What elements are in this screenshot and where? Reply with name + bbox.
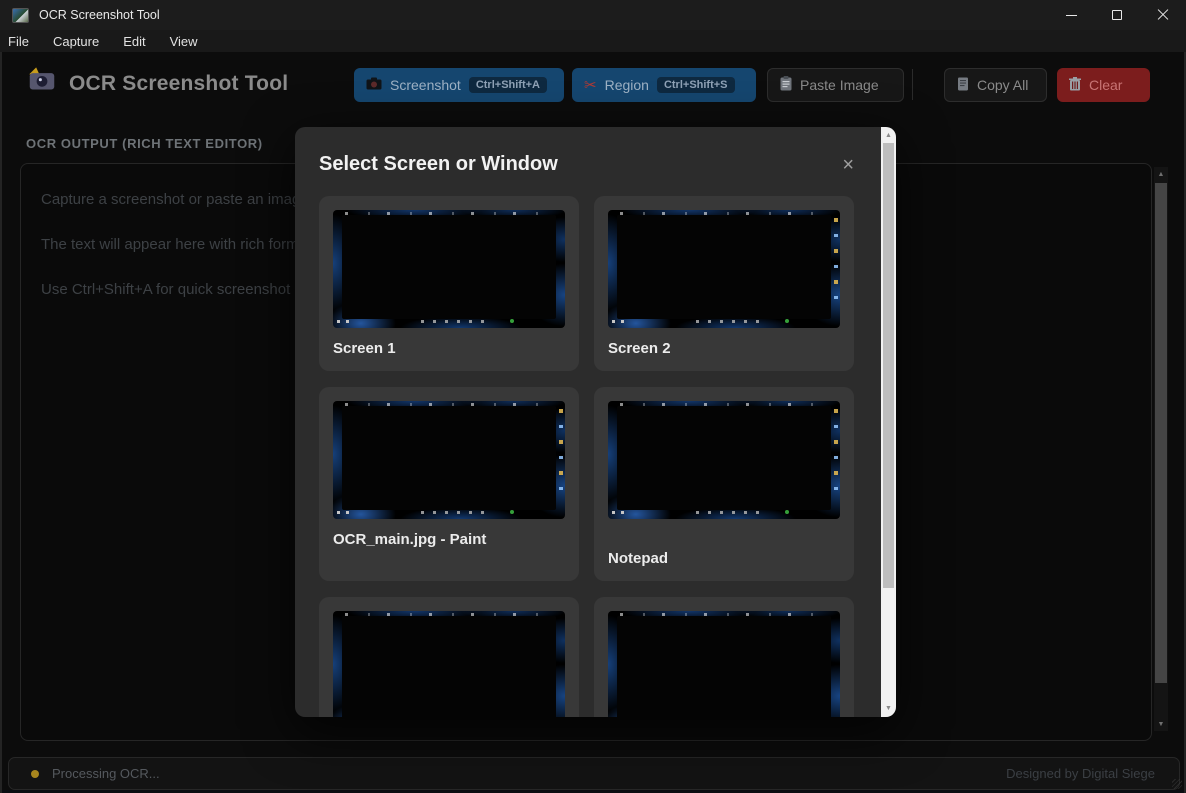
document-icon <box>957 77 969 94</box>
scissors-icon: ✂ <box>584 78 597 93</box>
copy-all-button-label: Copy All <box>977 77 1028 93</box>
scroll-up-icon[interactable]: ▲ <box>1154 167 1168 181</box>
screenshot-button-label: Screenshot <box>390 77 461 93</box>
status-text: Processing OCR... <box>52 766 160 781</box>
screen-card-notepad[interactable]: Notepad <box>594 387 854 581</box>
app-window: OCR Screenshot Tool File Capture Edit Vi… <box>0 0 1186 793</box>
window-title: OCR Screenshot Tool <box>39 8 160 22</box>
region-button-label: Region <box>605 77 649 93</box>
screen-thumbnail <box>608 401 840 519</box>
modal-header: Select Screen or Window × <box>295 127 896 176</box>
credit-text: Designed by Digital Siege <box>1006 766 1155 781</box>
menu-view[interactable]: View <box>170 34 210 49</box>
region-shortcut-badge: Ctrl+Shift+S <box>657 77 735 93</box>
editor-scrollbar[interactable]: ▲ ▼ <box>1154 167 1168 731</box>
select-screen-modal: Select Screen or Window × Screen 1 Scree… <box>295 127 896 717</box>
screen-card-label: Screen 2 <box>608 340 840 357</box>
screen-card-label: OCR_main.jpg - Paint <box>333 531 565 548</box>
title-bar: OCR Screenshot Tool <box>0 0 1186 30</box>
page-title: OCR Screenshot Tool <box>69 72 288 96</box>
trash-icon <box>1069 77 1081 94</box>
modal-scrollbar-thumb[interactable] <box>883 143 894 588</box>
paste-image-button[interactable]: Paste Image <box>767 68 904 102</box>
screen-card-label: Screen 1 <box>333 340 565 357</box>
screen-thumbnail <box>333 210 565 328</box>
editor-scrollbar-thumb[interactable] <box>1155 183 1167 683</box>
screen-card-partial[interactable] <box>319 597 579 717</box>
status-dot-icon <box>31 770 39 778</box>
editor-placeholder-line: The text will appear here with rich form… <box>41 236 335 253</box>
menu-bar: File Capture Edit View <box>0 30 1186 52</box>
screenshot-button[interactable]: Screenshot Ctrl+Shift+A <box>354 68 564 102</box>
screen-card-paint[interactable]: OCR_main.jpg - Paint <box>319 387 579 581</box>
paste-image-button-label: Paste Image <box>800 77 879 93</box>
camera-flash-icon <box>28 66 56 97</box>
toolbar-divider <box>912 69 913 100</box>
copy-all-button[interactable]: Copy All <box>944 68 1047 102</box>
clear-button-label: Clear <box>1089 77 1122 93</box>
modal-scrollbar[interactable]: ▲ ▼ <box>881 127 896 717</box>
screen-card-screen-1[interactable]: Screen 1 <box>319 196 579 371</box>
modal-title: Select Screen or Window <box>319 153 558 176</box>
screen-card-screen-2[interactable]: Screen 2 <box>594 196 854 371</box>
region-button[interactable]: ✂ Region Ctrl+Shift+S <box>572 68 756 102</box>
clear-button[interactable]: Clear <box>1057 68 1150 102</box>
screen-thumbnail <box>333 401 565 519</box>
screen-thumbnail <box>608 611 840 717</box>
screen-card-partial[interactable] <box>594 597 854 717</box>
scroll-up-icon[interactable]: ▲ <box>881 128 896 143</box>
main-content: OCR Screenshot Tool Screenshot Ctrl+Shif… <box>0 52 1186 793</box>
menu-edit[interactable]: Edit <box>123 34 157 49</box>
scroll-down-icon[interactable]: ▼ <box>881 701 896 716</box>
maximize-icon <box>1112 10 1122 20</box>
screenshot-shortcut-badge: Ctrl+Shift+A <box>469 77 547 93</box>
camera-icon <box>366 77 382 93</box>
resize-grip[interactable] <box>1172 779 1182 789</box>
menu-capture[interactable]: Capture <box>53 34 111 49</box>
screen-card-label: Notepad <box>608 550 840 567</box>
scroll-down-icon[interactable]: ▼ <box>1154 717 1168 731</box>
window-controls <box>1048 0 1186 30</box>
screen-grid: Screen 1 Screen 2 OCR_main.jpg - Paint <box>319 196 896 717</box>
app-icon <box>12 8 29 23</box>
maximize-button[interactable] <box>1094 0 1140 30</box>
minimize-button[interactable] <box>1048 0 1094 30</box>
ocr-output-label: OCR OUTPUT (RICH TEXT EDITOR) <box>26 136 263 151</box>
status-bar: Processing OCR... Designed by Digital Si… <box>8 757 1180 790</box>
menu-file[interactable]: File <box>8 34 41 49</box>
modal-close-icon[interactable]: × <box>842 155 854 175</box>
close-icon <box>1157 9 1169 21</box>
minimize-icon <box>1066 15 1077 16</box>
screen-thumbnail <box>608 210 840 328</box>
screen-thumbnail <box>333 611 565 717</box>
close-button[interactable] <box>1140 0 1186 30</box>
clipboard-icon <box>780 76 792 94</box>
